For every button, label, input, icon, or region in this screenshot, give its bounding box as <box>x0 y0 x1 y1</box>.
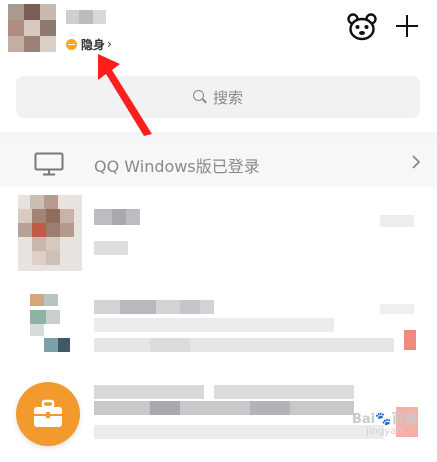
baidu-watermark: Bai🐾百度 <box>352 412 418 427</box>
avatar <box>18 288 82 358</box>
plus-icon[interactable] <box>396 15 418 37</box>
baidu-watermark-sub: jingyan <box>366 426 403 437</box>
monitor-icon <box>34 152 64 176</box>
status-label: 隐身 <box>81 37 106 52</box>
list-item[interactable] <box>0 282 437 377</box>
chevron-right-icon <box>412 155 421 169</box>
annotation-arrow <box>98 54 152 136</box>
bear-icon[interactable] <box>347 13 377 41</box>
online-status[interactable]: 隐身 › <box>66 36 112 52</box>
search-icon <box>192 90 207 104</box>
section-divider <box>0 132 437 142</box>
list-item[interactable] <box>0 187 437 282</box>
avatar <box>18 195 82 271</box>
invisible-status-icon <box>66 38 77 50</box>
search-bar[interactable]: 搜索 <box>16 76 420 118</box>
nickname-blurred <box>66 10 106 24</box>
device-login-row[interactable]: QQ Windows版已登录 <box>0 142 437 187</box>
avatar[interactable] <box>8 4 56 52</box>
top-bar: 隐身 › <box>0 0 437 70</box>
search-label: 搜索 <box>212 88 243 107</box>
device-login-label: QQ Windows版已登录 <box>94 157 260 176</box>
briefcase-icon <box>34 399 62 427</box>
toolbox-button[interactable] <box>16 382 80 446</box>
chevron-right-icon: › <box>107 37 112 51</box>
